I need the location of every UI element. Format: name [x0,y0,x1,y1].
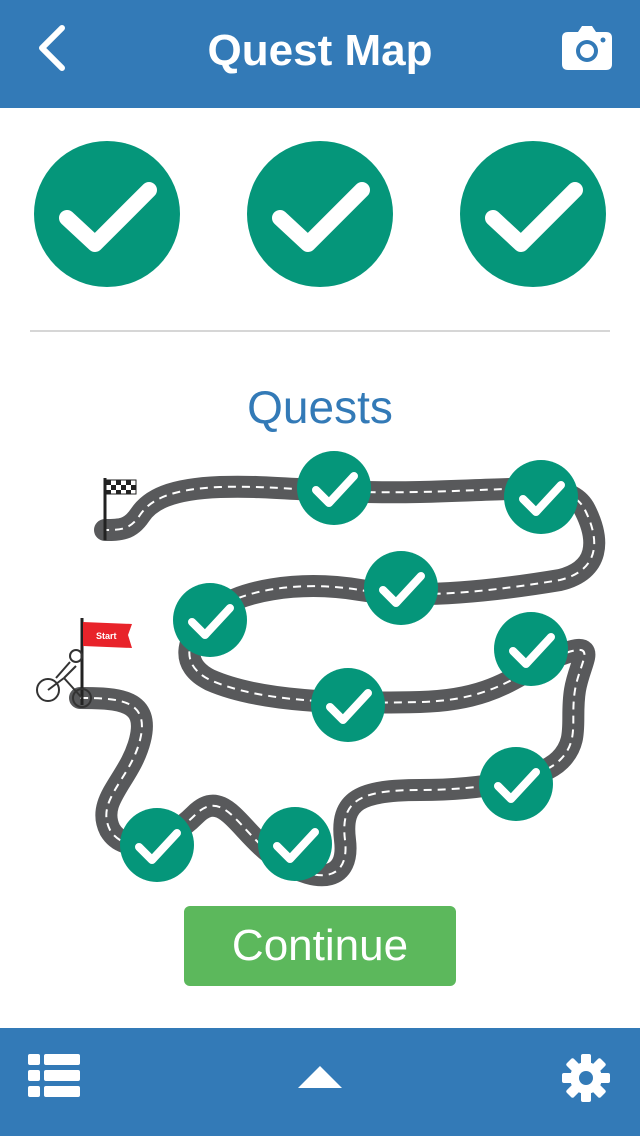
checkmark-icon [247,141,393,287]
badge-completed-3 [459,140,607,288]
navigation-bar: Quest Map [0,0,640,108]
settings-button[interactable] [560,1052,620,1112]
scroll-up-button[interactable] [292,1052,352,1112]
continue-button[interactable]: Continue [184,906,456,986]
list-button[interactable] [28,1052,88,1112]
quest-checkpoint[interactable] [311,668,385,742]
camera-icon [562,26,612,70]
quest-checkpoint[interactable] [297,451,371,525]
list-icon [28,1054,80,1097]
bottom-toolbar [0,1028,640,1136]
badge-completed-2 [246,140,394,288]
quests-heading: Quests [247,381,393,433]
badge-completed-1 [33,140,181,288]
quest-checkpoint[interactable] [494,612,568,686]
quest-checkpoint[interactable] [173,583,247,657]
quest-checkpoint[interactable] [479,747,553,821]
quest-map: Start [0,440,640,900]
quest-checkpoint[interactable] [504,460,578,534]
camera-button[interactable] [562,26,612,70]
quest-checkpoint[interactable] [364,551,438,625]
checkmark-icon [460,141,606,287]
checkmark-icon [34,141,180,287]
page-title: Quest Map [207,26,433,75]
gear-icon [562,1054,610,1102]
start-flag-label: Start [96,631,117,641]
divider [30,330,610,332]
up-arrow-icon [298,1066,342,1088]
quest-road-map: Start [36,451,606,887]
quest-checkpoint[interactable] [120,808,194,882]
quest-checkpoint[interactable] [258,807,332,881]
completed-badges [0,140,640,290]
